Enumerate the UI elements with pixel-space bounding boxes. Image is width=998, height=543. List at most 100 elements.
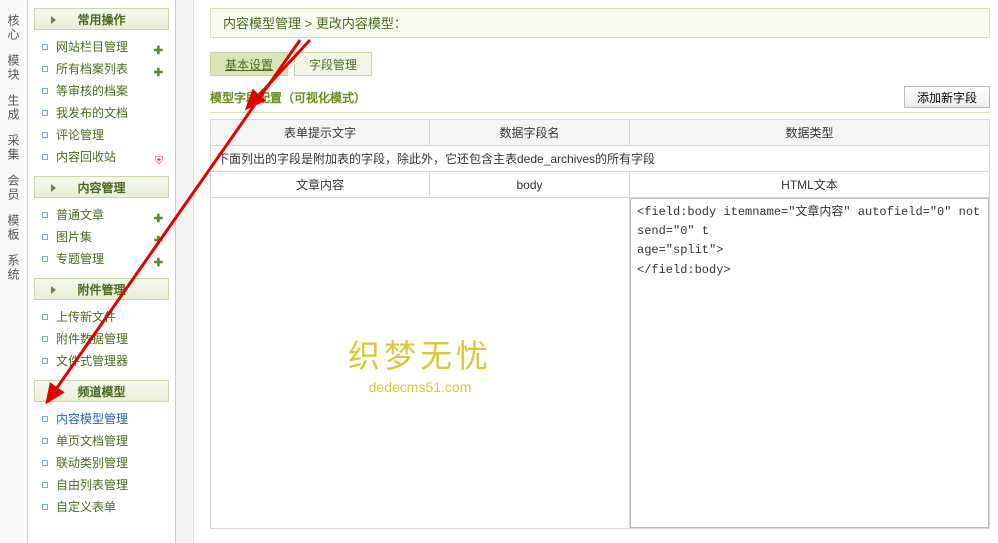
section-title: 附件管理 bbox=[77, 283, 125, 297]
menu-item[interactable]: 评论管理 bbox=[40, 124, 167, 146]
menu-link[interactable]: 所有档案列表 bbox=[56, 62, 128, 76]
menu-link[interactable]: 自由列表管理 bbox=[56, 478, 128, 492]
bullet-icon bbox=[42, 88, 48, 94]
tabs: 基本设置 字段管理 bbox=[210, 52, 990, 76]
menu-item[interactable]: 自由列表管理 bbox=[40, 474, 167, 496]
menu-link[interactable]: 文件式管理器 bbox=[56, 354, 128, 368]
plus-icon: ✚ bbox=[154, 252, 163, 274]
add-field-button[interactable]: 添加新字段 bbox=[904, 86, 990, 108]
section-header[interactable]: 附件管理 bbox=[34, 278, 169, 300]
triangle-icon bbox=[51, 16, 56, 24]
watermark-cell: 织梦无忧 dedecms51.com 模型字段配置（文本模式） 修改配置文本可调… bbox=[211, 198, 630, 529]
section-title: 内容管理 bbox=[77, 181, 125, 195]
left-rail-item[interactable]: 生成 bbox=[5, 88, 22, 128]
bullet-icon bbox=[42, 234, 48, 240]
bullet-icon bbox=[42, 504, 48, 510]
menu-link[interactable]: 普通文章 bbox=[56, 208, 104, 222]
triangle-icon bbox=[51, 184, 56, 192]
menu-item[interactable]: 专题管理✚ bbox=[40, 248, 167, 270]
menu-link[interactable]: 自定义表单 bbox=[56, 500, 116, 514]
section-title: 频道模型 bbox=[77, 385, 125, 399]
menu-link[interactable]: 专题管理 bbox=[56, 252, 104, 266]
menu-link[interactable]: 附件数据管理 bbox=[56, 332, 128, 346]
sidebar: 常用操作网站栏目管理✚所有档案列表✚等审核的档案我发布的文档评论管理内容回收站⛨… bbox=[28, 0, 176, 543]
section-header[interactable]: 内容管理 bbox=[34, 176, 169, 198]
bullet-icon bbox=[42, 438, 48, 444]
bullet-icon bbox=[42, 460, 48, 466]
menu-item[interactable]: 联动类别管理 bbox=[40, 452, 167, 474]
left-rail-item[interactable]: 核心 bbox=[5, 8, 22, 48]
menu-item[interactable]: 附件数据管理 bbox=[40, 328, 167, 350]
watermark: 织梦无忧 dedecms51.com bbox=[348, 331, 492, 395]
menu-link[interactable]: 单页文档管理 bbox=[56, 434, 128, 448]
code-cell: <field:body itemname="文章内容" autofield="0… bbox=[630, 198, 990, 529]
cell-label: 文章内容 bbox=[211, 172, 430, 198]
menu-item[interactable]: 文件式管理器 bbox=[40, 350, 167, 372]
bullet-icon bbox=[42, 212, 48, 218]
bullet-icon bbox=[42, 416, 48, 422]
bullet-icon bbox=[42, 44, 48, 50]
menu-item[interactable]: 内容回收站⛨ bbox=[40, 146, 167, 168]
cell-type: HTML文本 bbox=[630, 172, 990, 198]
breadcrumb: 内容模型管理 > 更改内容模型： bbox=[210, 8, 990, 38]
menu-link[interactable]: 上传新文件 bbox=[56, 310, 116, 324]
menu-list: 上传新文件附件数据管理文件式管理器 bbox=[34, 306, 169, 376]
menu-list: 内容模型管理单页文档管理联动类别管理自由列表管理自定义表单 bbox=[34, 408, 169, 522]
menu-link[interactable]: 等审核的档案 bbox=[56, 84, 128, 98]
field-table: 表单提示文字 数据字段名 数据类型 下面列出的字段是附加表的字段，除此外，它还包… bbox=[210, 119, 990, 529]
th-type: 数据类型 bbox=[630, 120, 990, 146]
section-title: 常用操作 bbox=[77, 13, 125, 27]
tab-field-manage[interactable]: 字段管理 bbox=[294, 52, 372, 76]
bullet-icon bbox=[42, 110, 48, 116]
bullet-icon bbox=[42, 66, 48, 72]
menu-item[interactable]: 内容模型管理 bbox=[40, 408, 167, 430]
visual-mode-title: 模型字段配置（可视化模式） bbox=[210, 89, 904, 106]
menu-link[interactable]: 评论管理 bbox=[56, 128, 104, 142]
left-rail-item[interactable]: 模块 bbox=[5, 48, 22, 88]
bullet-icon bbox=[42, 132, 48, 138]
menu-item[interactable]: 上传新文件 bbox=[40, 306, 167, 328]
menu-item[interactable]: 图片集✚ bbox=[40, 226, 167, 248]
menu-item[interactable]: 自定义表单 bbox=[40, 496, 167, 518]
left-rail: 核心模块生成采集会员模板系统 bbox=[0, 0, 28, 543]
triangle-icon bbox=[51, 286, 56, 294]
menu-item[interactable]: 等审核的档案 bbox=[40, 80, 167, 102]
left-rail-item[interactable]: 会员 bbox=[5, 168, 22, 208]
bullet-icon bbox=[42, 482, 48, 488]
menu-list: 网站栏目管理✚所有档案列表✚等审核的档案我发布的文档评论管理内容回收站⛨ bbox=[34, 36, 169, 172]
left-rail-item[interactable]: 模板 bbox=[5, 208, 22, 248]
left-rail-item[interactable]: 系统 bbox=[5, 248, 22, 288]
shield-icon: ⛨ bbox=[155, 150, 163, 172]
menu-link[interactable]: 网站栏目管理 bbox=[56, 40, 128, 54]
menu-link[interactable]: 我发布的文档 bbox=[56, 106, 128, 120]
section-header[interactable]: 频道模型 bbox=[34, 380, 169, 402]
bullet-icon bbox=[42, 154, 48, 160]
menu-link[interactable]: 图片集 bbox=[56, 230, 92, 244]
menu-list: 普通文章✚图片集✚专题管理✚ bbox=[34, 204, 169, 274]
table-note: 下面列出的字段是附加表的字段，除此外，它还包含主表dede_archives的所… bbox=[211, 146, 990, 172]
bullet-icon bbox=[42, 314, 48, 320]
main-content: 内容模型管理 > 更改内容模型： 基本设置 字段管理 模型字段配置（可视化模式）… bbox=[194, 0, 998, 543]
menu-link[interactable]: 内容回收站 bbox=[56, 150, 116, 164]
menu-item[interactable]: 我发布的文档 bbox=[40, 102, 167, 124]
table-row: 文章内容 body HTML文本 bbox=[211, 172, 990, 198]
menu-link[interactable]: 联动类别管理 bbox=[56, 456, 128, 470]
left-rail-item[interactable]: 采集 bbox=[5, 128, 22, 168]
bullet-icon bbox=[42, 358, 48, 364]
menu-item[interactable]: 所有档案列表✚ bbox=[40, 58, 167, 80]
bullet-icon bbox=[42, 256, 48, 262]
th-label: 表单提示文字 bbox=[211, 120, 430, 146]
triangle-icon bbox=[51, 388, 56, 396]
menu-item[interactable]: 单页文档管理 bbox=[40, 430, 167, 452]
tab-basic-settings[interactable]: 基本设置 bbox=[210, 52, 288, 76]
th-field: 数据字段名 bbox=[430, 120, 630, 146]
cell-field: body bbox=[430, 172, 630, 198]
menu-link[interactable]: 内容模型管理 bbox=[56, 412, 128, 426]
section-header[interactable]: 常用操作 bbox=[34, 8, 169, 30]
code-textarea[interactable]: <field:body itemname="文章内容" autofield="0… bbox=[630, 198, 989, 528]
menu-item[interactable]: 网站栏目管理✚ bbox=[40, 36, 167, 58]
bullet-icon bbox=[42, 336, 48, 342]
menu-item[interactable]: 普通文章✚ bbox=[40, 204, 167, 226]
divider bbox=[176, 0, 194, 543]
table-header-row: 表单提示文字 数据字段名 数据类型 bbox=[211, 120, 990, 146]
